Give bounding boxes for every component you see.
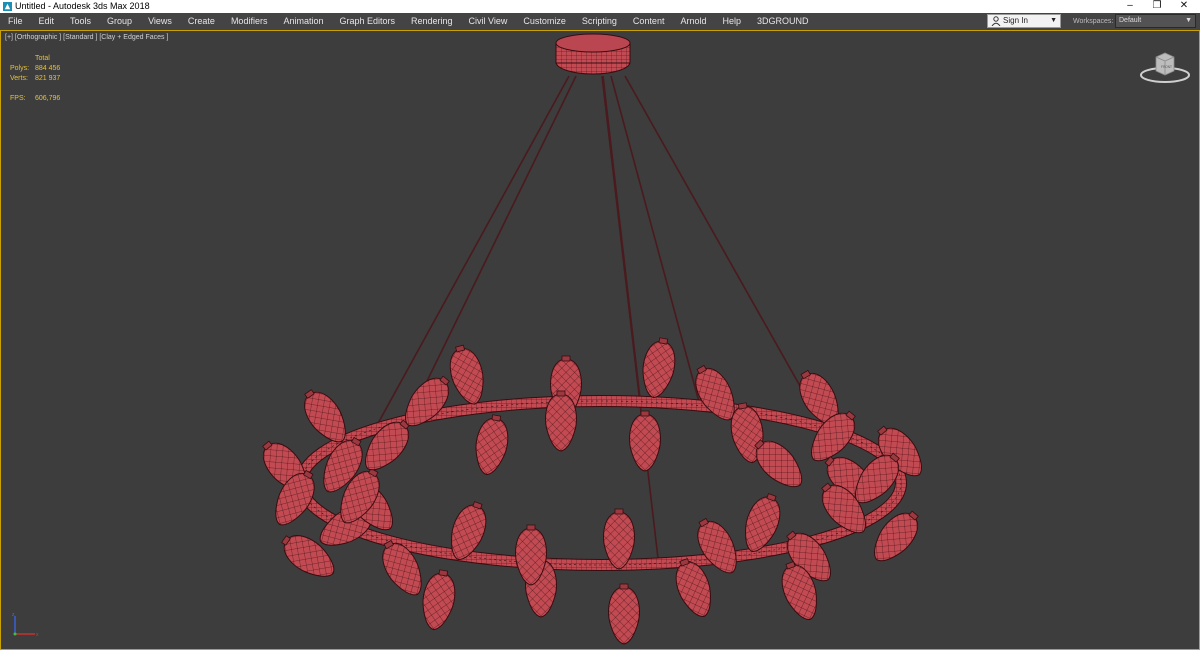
bulb-socket [438, 569, 449, 577]
menu-item-group[interactable]: Group [99, 13, 140, 30]
3dsmax-app-icon [3, 2, 12, 11]
sign-in-label: Sign In [1003, 16, 1028, 25]
title-bar: Untitled - Autodesk 3ds Max 2018 – ❐ ✕ [0, 0, 1200, 13]
polys-value: 884 456 [35, 65, 61, 72]
chevron-down-icon: ▼ [1050, 17, 1057, 24]
bulb [608, 583, 640, 645]
fps-value: 606,796 [35, 95, 61, 102]
bulb-socket [619, 583, 629, 590]
bulb-socket [491, 414, 502, 422]
menu-item-civil-view[interactable]: Civil View [461, 13, 516, 30]
fps-label: FPS: [10, 95, 26, 102]
bulb [545, 390, 577, 452]
menu-item-content[interactable]: Content [625, 13, 673, 30]
menu-item-3dground[interactable]: 3DGROUND [749, 13, 817, 30]
bulb-socket [561, 355, 571, 362]
bulb [642, 337, 676, 399]
bulb-socket [556, 390, 566, 397]
bulbs [262, 337, 922, 645]
menu-item-modifiers[interactable]: Modifiers [223, 13, 276, 30]
menu-item-file[interactable]: File [0, 13, 31, 30]
menu-item-arnold[interactable]: Arnold [672, 13, 714, 30]
menu-item-create[interactable]: Create [180, 13, 223, 30]
bulb-socket [658, 337, 669, 345]
viewcube[interactable]: FRONT [1139, 49, 1191, 85]
verts-label: Verts: [10, 75, 28, 82]
bulb-glass [475, 417, 509, 476]
bulb-glass [642, 340, 676, 399]
menu-item-graph-editors[interactable]: Graph Editors [331, 13, 403, 30]
axis-tripod-icon: z x [12, 612, 39, 638]
menu-item-edit[interactable]: Edit [31, 13, 63, 30]
workspaces-select[interactable]: Default ▼ [1115, 14, 1196, 28]
bulb-socket [526, 524, 536, 531]
bulb-glass [608, 586, 640, 645]
bulb-socket [640, 410, 650, 417]
menu-item-rendering[interactable]: Rendering [403, 13, 461, 30]
workspaces-value: Default [1119, 17, 1142, 24]
bulb [449, 344, 484, 405]
stats-total-label: Total [35, 55, 50, 62]
bulb-glass [629, 413, 661, 472]
menu-item-views[interactable]: Views [140, 13, 180, 30]
viewport-orthographic[interactable]: [+] [Orthographic ] [Standard ] [Clay + … [0, 30, 1200, 650]
window-title: Untitled - Autodesk 3ds Max 2018 [15, 1, 150, 11]
menu-item-customize[interactable]: Customize [515, 13, 574, 30]
bulb-socket [737, 402, 748, 410]
svg-text:x: x [36, 632, 39, 638]
polys-label: Polys: [10, 65, 30, 72]
suspension-rods [375, 75, 814, 568]
sign-in-dropdown[interactable]: Sign In ▼ [987, 14, 1061, 28]
canopy-top [555, 33, 631, 53]
bulb [475, 414, 509, 476]
close-button[interactable]: ✕ [1170, 0, 1198, 13]
bulb [629, 410, 661, 472]
restore-button[interactable]: ❐ [1143, 0, 1171, 13]
bulb [422, 569, 456, 631]
menu-item-scripting[interactable]: Scripting [574, 13, 625, 30]
suspension-rod [602, 75, 642, 408]
bulb-glass [422, 572, 456, 631]
verts-value: 821 937 [35, 75, 61, 82]
chevron-down-icon: ▼ [1185, 17, 1192, 24]
bulb-glass [449, 348, 484, 405]
bulb-glass [545, 393, 577, 452]
viewcube-face-label: FRONT [1161, 65, 1172, 69]
bulb-socket [614, 508, 624, 515]
chandelier-model[interactable] [1, 31, 1199, 649]
ceiling-canopy [555, 33, 631, 75]
menu-item-help[interactable]: Help [714, 13, 749, 30]
menu-item-tools[interactable]: Tools [62, 13, 99, 30]
menu-item-animation[interactable]: Animation [275, 13, 331, 30]
menu-items: File Edit Tools Group Views Create Modifiers An… [0, 13, 817, 30]
person-icon [991, 16, 1001, 26]
viewport-label[interactable]: [+] [Orthographic ] [Standard ] [Clay + … [5, 34, 168, 41]
minimize-button[interactable]: – [1116, 0, 1144, 13]
workspaces-label: Workspaces: [1073, 18, 1114, 25]
